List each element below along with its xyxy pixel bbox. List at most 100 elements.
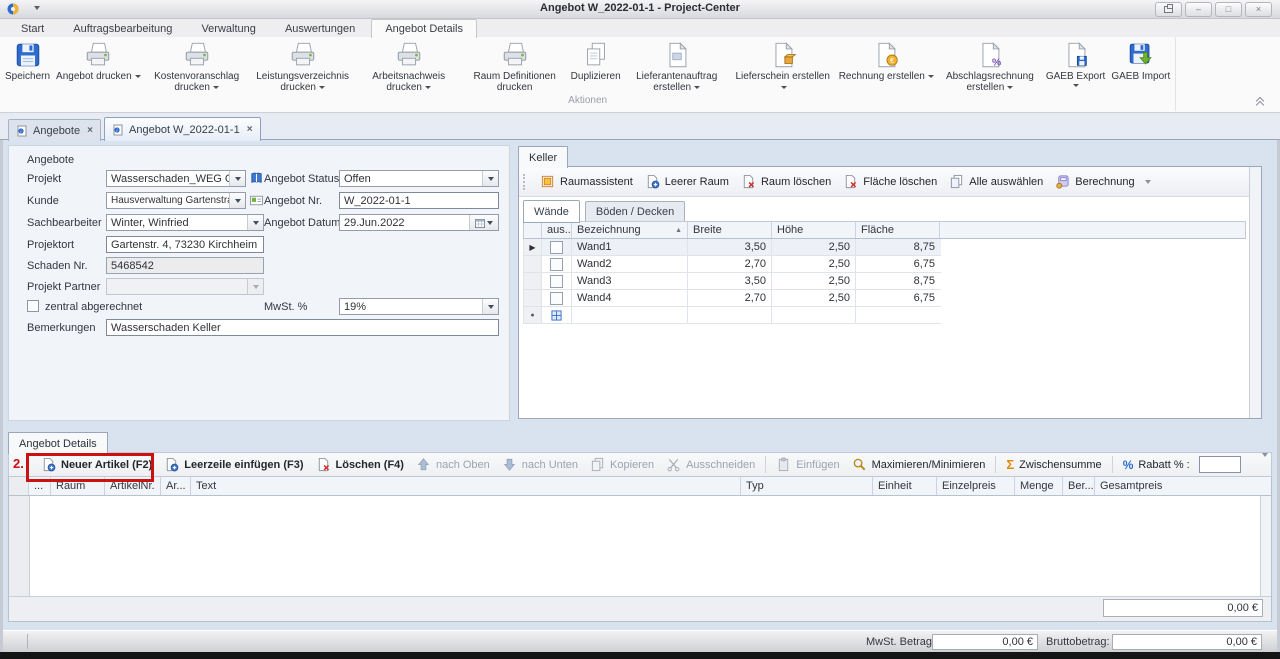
column-einheit[interactable]: Einheit — [873, 477, 937, 495]
raum-loeschen-button[interactable]: Raum löschen — [735, 171, 837, 193]
row-checkbox[interactable] — [550, 275, 563, 288]
column-hoehe[interactable]: Höhe — [772, 222, 856, 238]
nach-unten-button[interactable]: nach Unten — [496, 454, 584, 476]
table-row[interactable]: Wand3 3,50 2,50 8,75 — [523, 273, 941, 290]
zwischensumme-button[interactable]: Σ Zwischensumme — [1000, 454, 1107, 476]
details-tab[interactable]: Angebot Details — [8, 432, 108, 454]
column-flaeche[interactable]: Fläche — [856, 222, 940, 238]
loeschen-button[interactable]: Löschen (F4) — [310, 454, 410, 476]
column-ar[interactable]: Ar... — [161, 477, 191, 495]
maximieren-minimieren-button[interactable]: Maximieren/Minimieren — [846, 454, 992, 476]
combo-dropdown-button[interactable] — [482, 299, 498, 314]
row-checkbox[interactable] — [550, 292, 563, 305]
close-tab-icon[interactable]: × — [245, 124, 253, 135]
alle-auswaehlen-button[interactable]: Alle auswählen — [943, 171, 1049, 193]
lieferantenauftrag-erstellen-button[interactable]: Lieferantenauftrag erstellen — [624, 38, 730, 96]
projekt-combo[interactable]: Wasserschaden_WEG Garte... — [106, 170, 246, 187]
gaeb-import-button[interactable]: GAEB Import — [1108, 38, 1173, 96]
leerer-raum-button[interactable]: Leerer Raum — [639, 171, 735, 193]
berechnung-dropdown-button[interactable] — [1141, 172, 1155, 192]
contact-card-icon[interactable] — [249, 193, 264, 208]
tab-verwaltung[interactable]: Verwaltung — [188, 20, 268, 37]
angebot-nr-field[interactable]: W_2022-01-1 — [339, 192, 499, 209]
grid-header-row: aus... Bezeichnung▲ Breite Höhe Fläche — [523, 221, 1246, 239]
flaeche-loeschen-button[interactable]: Fläche löschen — [837, 171, 943, 193]
angebot-status-combo[interactable]: Offen — [339, 170, 499, 187]
tab-auswertungen[interactable]: Auswertungen — [272, 20, 368, 37]
project-book-icon[interactable] — [249, 171, 264, 186]
room-toolbar: Raumassistent Leerer Raum Raum lö — [519, 167, 1250, 197]
speichern-button[interactable]: Speichern — [2, 38, 53, 96]
table-row[interactable]: Wand2 2,70 2,50 6,75 — [523, 256, 941, 273]
abschlagsrechnung-erstellen-button[interactable]: % Abschlagsrechnung erstellen — [937, 38, 1043, 96]
duplizieren-button[interactable]: Duplizieren — [568, 38, 624, 96]
new-row[interactable]: ● — [523, 307, 941, 324]
raum-definitionen-drucken-button[interactable]: Raum Definitionen drucken — [462, 38, 568, 96]
sachbearbeiter-combo[interactable]: Winter, Winfried — [106, 214, 264, 231]
column-bezeichnung[interactable]: Bezeichnung▲ — [572, 222, 688, 238]
column-text[interactable]: Text — [191, 477, 741, 495]
neuer-artikel-button[interactable]: Neuer Artikel (F2) — [35, 454, 158, 476]
column-breite[interactable]: Breite — [688, 222, 772, 238]
angebot-datum-field[interactable]: 29.Jun.2022 — [339, 214, 499, 231]
subtab-boeden-decken[interactable]: Böden / Decken — [585, 201, 685, 223]
projekt-partner-combo[interactable] — [106, 278, 264, 295]
collapse-ribbon-button[interactable] — [1252, 97, 1268, 109]
subtab-waende[interactable]: Wände — [523, 200, 580, 223]
toolbar-overflow-button[interactable] — [1262, 457, 1268, 469]
leistungsverzeichnis-drucken-button[interactable]: Leistungsverzeichnis drucken — [250, 38, 356, 96]
room-tab-keller[interactable]: Keller — [518, 146, 568, 168]
raumassistent-button[interactable]: Raumassistent — [534, 171, 639, 193]
kunde-combo[interactable]: Hausverwaltung Gartenstraße — [106, 192, 246, 209]
rechnung-erstellen-button[interactable]: € Rechnung erstellen — [836, 38, 937, 96]
column-ber[interactable]: Ber... — [1063, 477, 1095, 495]
fullscreen-button[interactable] — [1155, 2, 1182, 17]
minimize-button[interactable]: – — [1185, 2, 1212, 17]
column-options[interactable]: ... — [29, 477, 51, 495]
leerzeile-einfuegen-button[interactable]: Leerzeile einfügen (F3) — [158, 454, 309, 476]
kostenvoranschlag-drucken-button[interactable]: Kostenvoranschlag drucken — [144, 38, 250, 96]
ausschneiden-button[interactable]: Ausschneiden — [660, 454, 761, 476]
mwst-combo[interactable]: 19% — [339, 298, 499, 315]
bemerkungen-field[interactable]: Wasserschaden Keller — [106, 319, 499, 336]
combo-dropdown-button[interactable] — [482, 171, 498, 186]
arbeitsnachweis-drucken-button[interactable]: Arbeitsnachweis drucken — [356, 38, 462, 96]
tab-start[interactable]: Start — [8, 20, 57, 37]
vertical-scrollbar[interactable] — [1260, 496, 1271, 597]
close-tab-icon[interactable]: × — [85, 125, 93, 136]
nach-oben-button[interactable]: nach Oben — [410, 454, 496, 476]
column-gesamtpreis[interactable]: Gesamtpreis — [1095, 477, 1271, 495]
doc-tab-angebot-w-2022-01-1[interactable]: i Angebot W_2022-01-1 × — [104, 117, 261, 141]
zentral-abgerechnet-checkbox[interactable] — [27, 300, 39, 312]
row-checkbox[interactable] — [550, 258, 563, 271]
combo-dropdown-button[interactable] — [229, 193, 245, 208]
schaden-nr-field[interactable]: 5468542 — [106, 257, 264, 274]
datepicker-dropdown-button[interactable] — [469, 215, 498, 230]
group-title: Angebote — [27, 154, 74, 166]
projektort-field[interactable]: Gartenstr. 4, 73230 Kirchheim — [106, 236, 264, 253]
table-row[interactable]: ▶ Wand1 3,50 2,50 8,75 — [523, 239, 941, 256]
gaeb-export-button[interactable]: GAEB Export — [1043, 38, 1108, 96]
column-aus[interactable]: aus... — [542, 222, 572, 238]
column-raum[interactable]: Raum — [51, 477, 105, 495]
kopieren-button[interactable]: Kopieren — [584, 454, 660, 476]
doc-tab-angebote[interactable]: i Angebote × — [8, 119, 101, 141]
berechnung-button[interactable]: Berechnung — [1049, 171, 1140, 193]
table-row[interactable]: Wand4 2,70 2,50 6,75 — [523, 290, 941, 307]
column-typ[interactable]: Typ — [741, 477, 873, 495]
tab-angebot-details[interactable]: Angebot Details — [371, 19, 477, 38]
column-artikelnr[interactable]: ArtikelNr. — [105, 477, 161, 495]
angebot-drucken-button[interactable]: Angebot drucken — [53, 38, 144, 96]
einfuegen-button[interactable]: Einfügen — [770, 454, 845, 476]
column-einzelpreis[interactable]: Einzelpreis — [937, 477, 1015, 495]
close-button[interactable]: × — [1245, 2, 1272, 17]
rabatt-input[interactable] — [1199, 456, 1241, 473]
maximize-button[interactable]: □ — [1215, 2, 1242, 17]
tab-auftragsbearbeitung[interactable]: Auftragsbearbeitung — [60, 20, 185, 37]
combo-dropdown-button[interactable] — [247, 215, 263, 230]
combo-dropdown-button[interactable] — [229, 171, 245, 186]
vertical-scrollbar[interactable] — [1249, 167, 1261, 418]
lieferschein-erstellen-button[interactable]: Lieferschein erstellen — [730, 38, 836, 96]
column-menge[interactable]: Menge — [1015, 477, 1063, 495]
row-checkbox[interactable] — [550, 241, 563, 254]
